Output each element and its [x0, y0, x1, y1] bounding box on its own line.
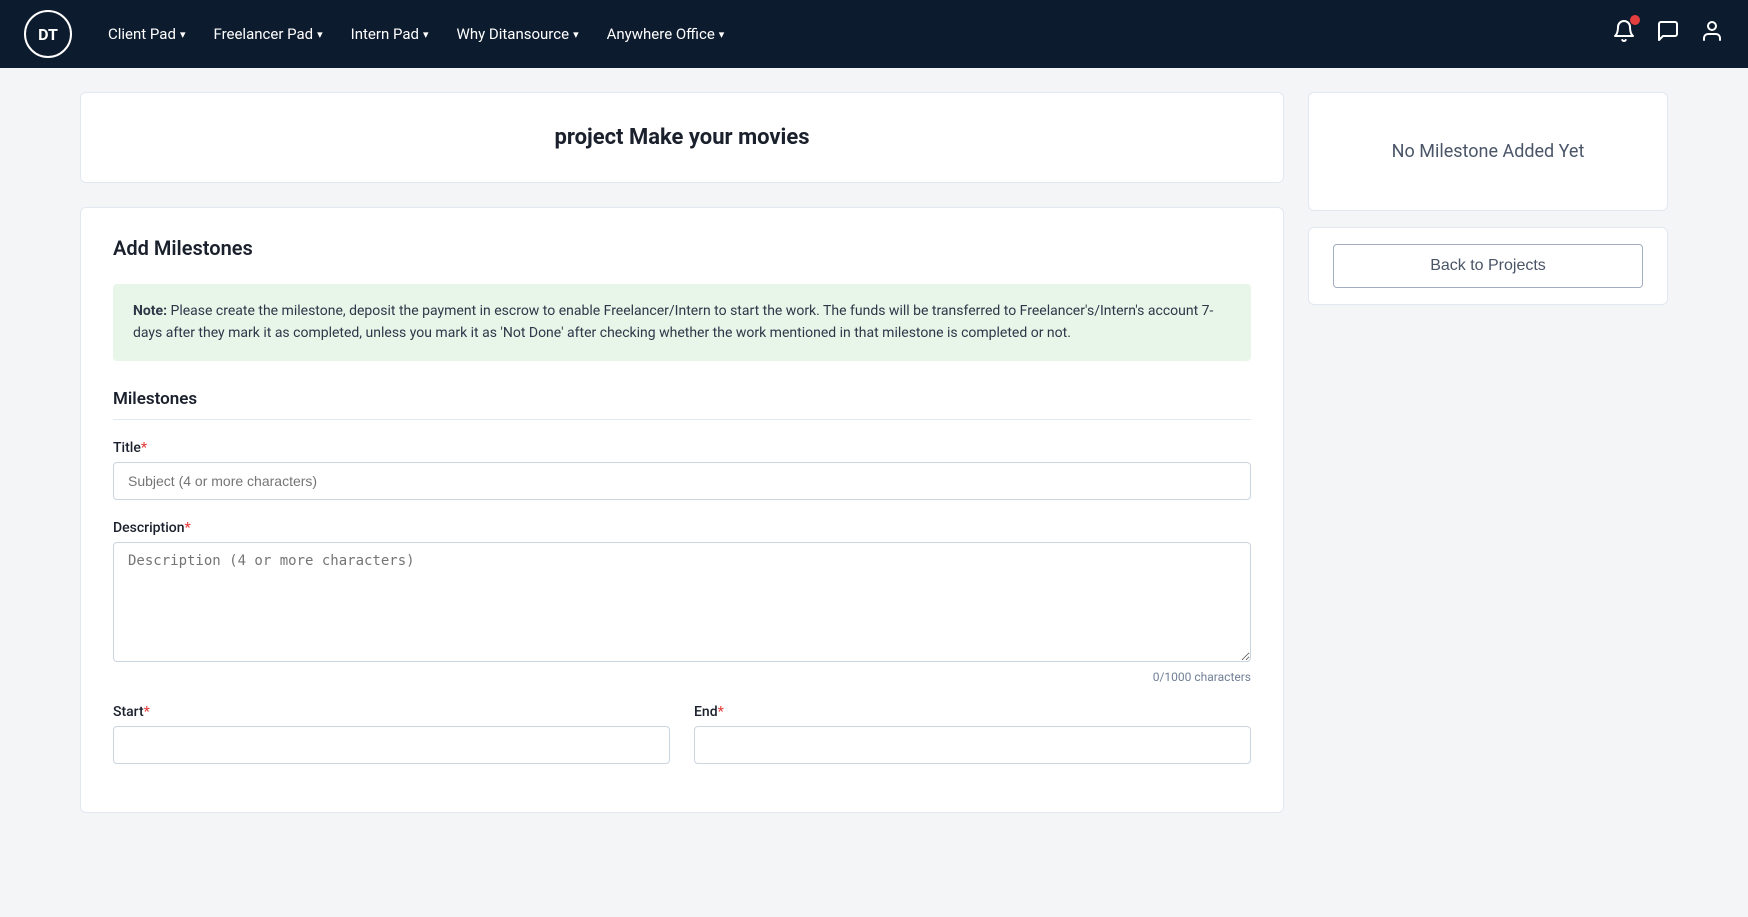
end-required-star: * [718, 704, 724, 720]
nav-item-intern-pad[interactable]: Intern Pad ▾ [339, 17, 441, 51]
milestones-subsection-title: Milestones [113, 389, 1251, 420]
date-row: Start* End* [113, 704, 1251, 784]
start-input[interactable] [113, 726, 670, 764]
chevron-down-icon: ▾ [719, 28, 725, 41]
add-milestones-section: Add Milestones Note: Please create the m… [80, 207, 1284, 813]
title-input[interactable] [113, 462, 1251, 500]
chevron-down-icon: ▾ [573, 28, 579, 41]
chevron-down-icon: ▾ [317, 28, 323, 41]
description-required-star: * [185, 520, 191, 536]
title-required-star: * [141, 440, 147, 456]
start-form-group: Start* [113, 704, 670, 764]
nav-item-client-pad[interactable]: Client Pad ▾ [96, 17, 197, 51]
sidebar-column: No Milestone Added Yet Back to Projects [1308, 92, 1668, 813]
notification-badge [1630, 15, 1640, 25]
start-required-star: * [144, 704, 150, 720]
nav-item-freelancer-pad[interactable]: Freelancer Pad ▾ [201, 17, 334, 51]
nav-menu: Client Pad ▾ Freelancer Pad ▾ Intern Pad… [96, 17, 1604, 51]
title-form-group: Title* [113, 440, 1251, 500]
nav-item-anywhere-office[interactable]: Anywhere Office ▾ [595, 17, 737, 51]
note-label: Note: [133, 303, 167, 319]
milestone-empty-card: No Milestone Added Yet [1308, 92, 1668, 211]
description-textarea[interactable] [113, 542, 1251, 662]
end-form-group: End* [694, 704, 1251, 764]
back-button-card: Back to Projects [1308, 227, 1668, 305]
navbar-icons [1612, 19, 1724, 49]
milestone-empty-text: No Milestone Added Yet [1333, 141, 1643, 162]
title-label: Title* [113, 440, 1251, 456]
logo[interactable]: DT [24, 10, 72, 58]
main-column: project Make your movies Add Milestones … [80, 92, 1284, 813]
end-input[interactable] [694, 726, 1251, 764]
navbar: DT Client Pad ▾ Freelancer Pad ▾ Intern … [0, 0, 1748, 68]
chevron-down-icon: ▾ [423, 28, 429, 41]
note-box: Note: Please create the milestone, depos… [113, 284, 1251, 361]
description-form-group: Description* 0/1000 characters [113, 520, 1251, 684]
start-label: Start* [113, 704, 670, 720]
page-content: project Make your movies Add Milestones … [0, 68, 1748, 837]
note-text: Please create the milestone, deposit the… [133, 303, 1213, 341]
add-milestones-title: Add Milestones [113, 236, 1251, 260]
char-count: 0/1000 characters [113, 670, 1251, 684]
description-label: Description* [113, 520, 1251, 536]
chevron-down-icon: ▾ [180, 28, 186, 41]
message-icon[interactable] [1656, 19, 1680, 49]
project-header-card: project Make your movies [80, 92, 1284, 183]
user-icon[interactable] [1700, 19, 1724, 49]
notification-bell-icon[interactable] [1612, 19, 1636, 49]
project-title: project Make your movies [113, 125, 1251, 150]
nav-item-why-ditansource[interactable]: Why Ditansource ▾ [445, 17, 591, 51]
back-to-projects-button[interactable]: Back to Projects [1333, 244, 1643, 288]
end-label: End* [694, 704, 1251, 720]
